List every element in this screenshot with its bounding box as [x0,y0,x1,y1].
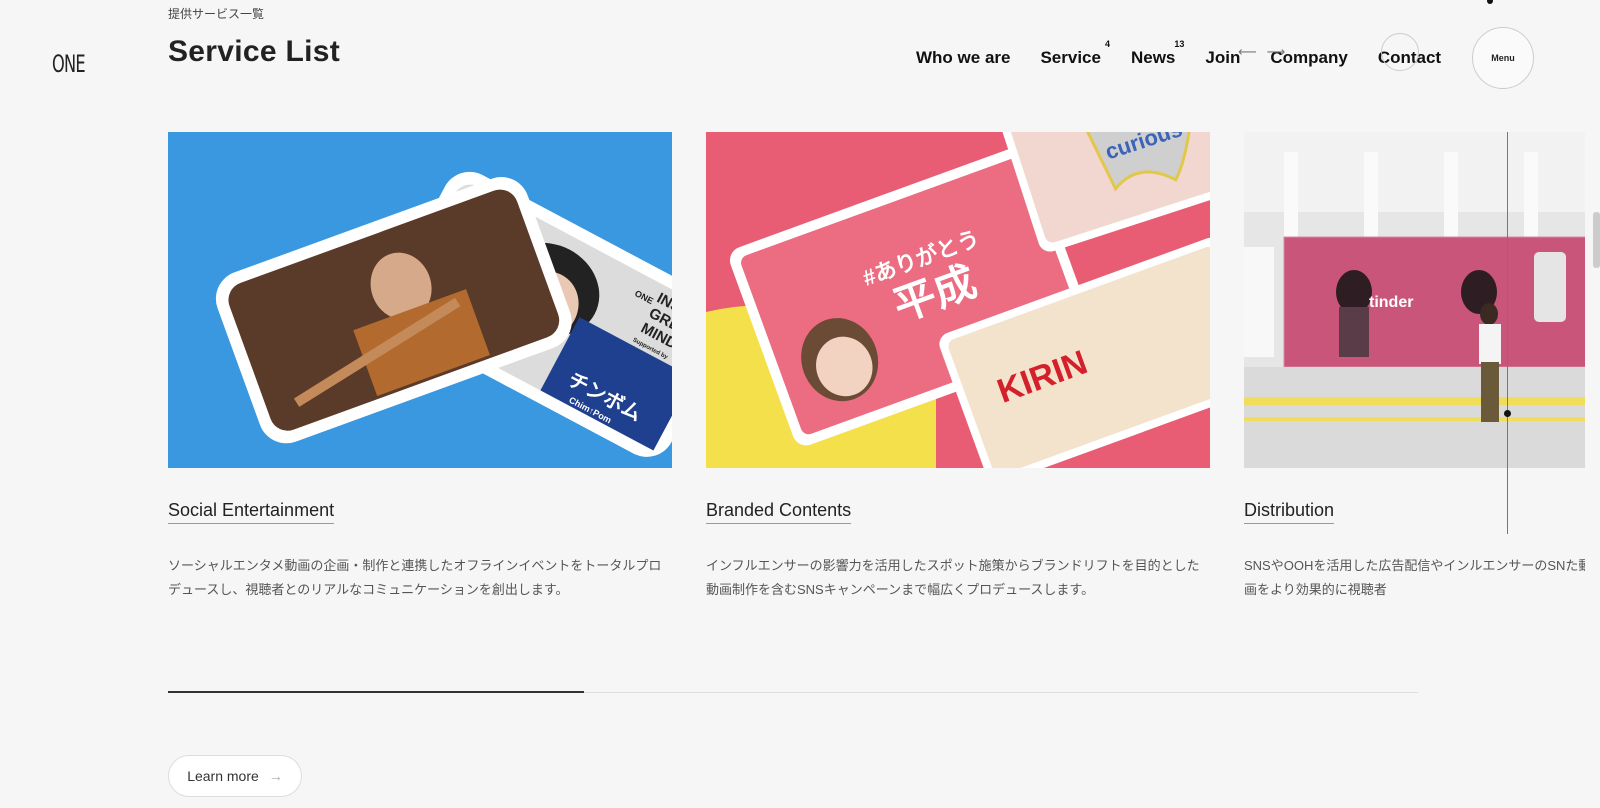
logo[interactable]: ONE [52,50,86,78]
cursor-ring-icon [1381,33,1419,71]
learn-more-button[interactable]: Learn more → [168,755,302,797]
menu-button[interactable]: Menu [1472,27,1534,89]
service-image-distribution[interactable]: tinder [1244,132,1585,468]
service-description: SNSやOOHを活用した広告配信やインルエンサーのSNた動画配信を行い、制作した… [1244,558,1585,597]
service-description: インフルエンサーの影響力を活用したスポット施策からブランドリフトを目的とした動画… [706,558,1200,597]
carousel-progress[interactable] [168,691,1418,693]
service-image-social-entertainment[interactable]: ONE INSIDE GREAT MINDS Supported by チンボム… [168,132,672,468]
cursor-dot-icon [1487,0,1493,4]
news-count-badge: 13 [1174,39,1185,49]
service-image-branded-contents[interactable]: #ありがとう 平成 curious KIRIN [706,132,1210,468]
nav-join[interactable]: Join [1205,48,1240,68]
cursor-line [1507,132,1508,534]
service-description: ソーシャルエンタメ動画の企画・制作と連携したオフラインイベントをトータルプロデュ… [168,558,662,597]
nav-news[interactable]: News 13 [1131,39,1184,68]
scrollbar-thumb[interactable] [1593,212,1600,268]
image-text-tinder: tinder [1369,294,1413,311]
service-card-branded-contents[interactable]: #ありがとう 平成 curious KIRIN Branded Contents [706,132,1210,602]
arrow-right-icon: → [268,768,283,784]
service-title[interactable]: Distribution [1244,500,1335,524]
service-title[interactable]: Social Entertainment [168,500,335,524]
service-count-badge: 4 [1104,39,1110,49]
cursor-dot-icon [1504,410,1511,417]
carousel-progress-fill [168,691,585,693]
carousel-arrows-icon[interactable]: ⟵⟶ [1238,44,1295,60]
nav-who-we-are[interactable]: Who we are [916,48,1010,68]
nav-service[interactable]: Service 4 [1040,39,1110,68]
service-carousel[interactable]: ONE INSIDE GREAT MINDS Supported by チンボム… [168,132,1585,602]
section-eyebrow: 提供サービス一覧 [168,7,265,21]
service-title[interactable]: Branded Contents [706,500,852,524]
service-card-social-entertainment[interactable]: ONE INSIDE GREAT MINDS Supported by チンボム… [168,132,672,602]
learn-more-label: Learn more [187,768,259,784]
service-card-distribution[interactable]: tinder Distribution SNSやOOHを活用した広告配信やインル… [1244,132,1585,602]
page-title: Service List [168,35,341,68]
